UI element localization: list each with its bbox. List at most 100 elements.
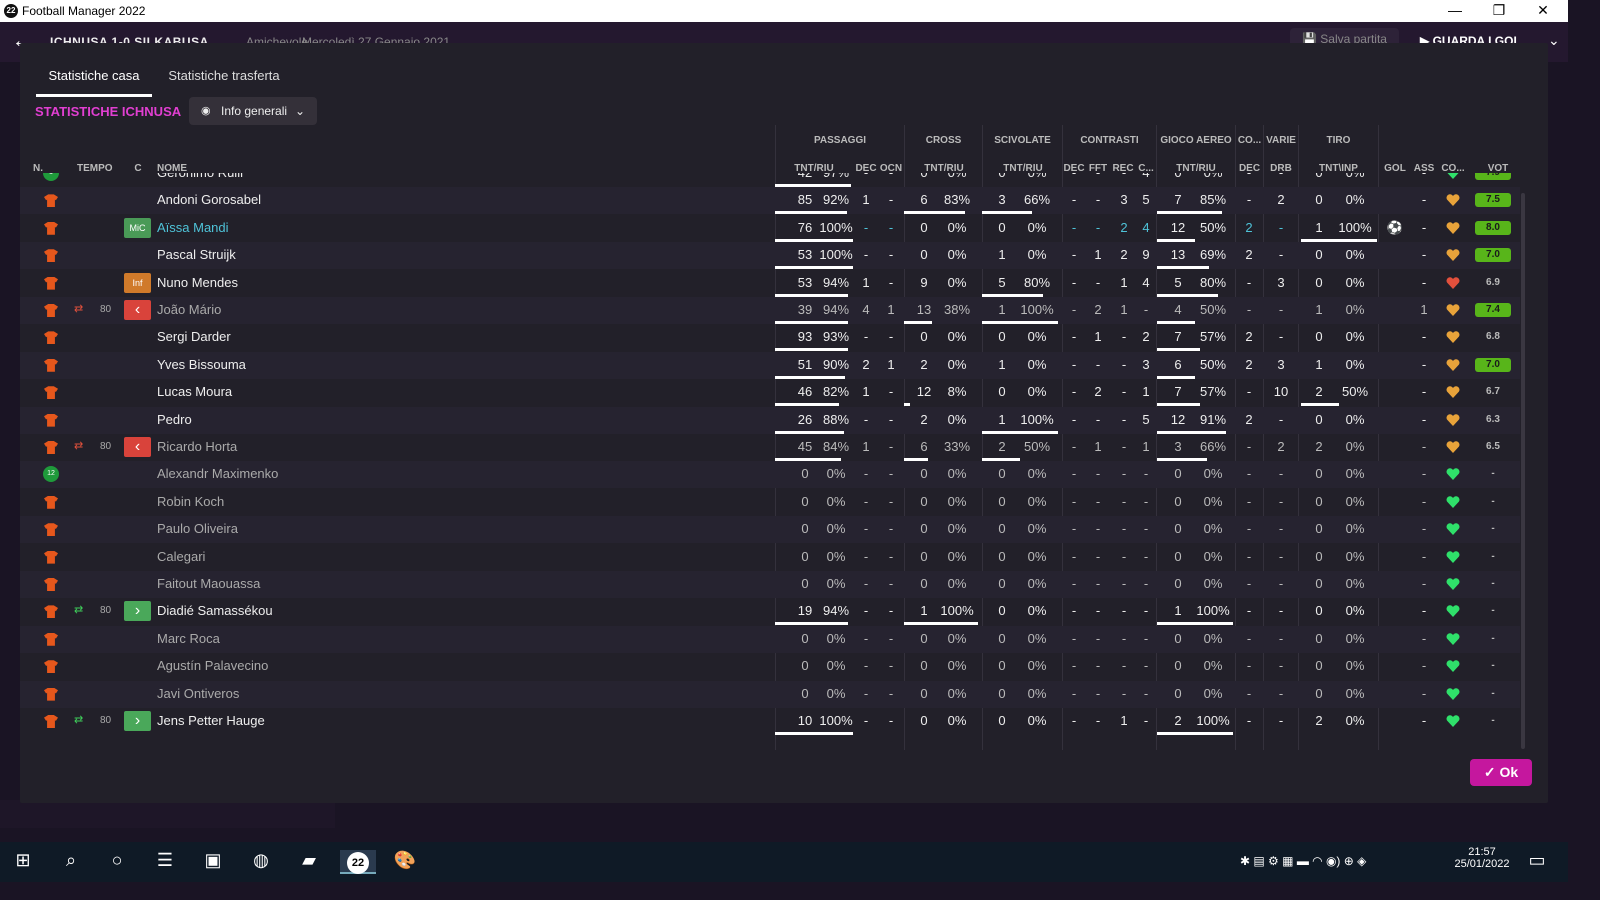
table-row[interactable]: ⇄ 80 › Diadié Samassékou 19 94% - -1 100% 0 0% - - - -… <box>20 598 1520 626</box>
stat-po: - <box>888 466 894 482</box>
stat-ass: 1 <box>1420 302 1428 317</box>
stat-cr: - <box>1121 521 1127 537</box>
paint-icon[interactable]: 🎨 <box>392 850 418 874</box>
table-row[interactable]: Faitout Maouassa 0 0% - - 0 0% 0 0% - - - - 0 0% - - 0 0% -… <box>20 571 1520 598</box>
maximize-button[interactable]: ❐ <box>1484 2 1514 19</box>
table-row[interactable]: Lucas Moura 46 82% 1-12 8% 0 0% -2-1 7 57% -10 2 50%… <box>20 379 1520 407</box>
player-stats-dialog: Statistiche casa Statistiche trasferta S… <box>20 43 1548 803</box>
stat-t1: 0 <box>1315 411 1323 427</box>
player-name[interactable]: Jens Petter Hauge <box>157 713 265 728</box>
player-name[interactable]: Javi Ontiveros <box>157 686 239 701</box>
stat-po: - <box>888 384 894 400</box>
stat-cod: - <box>1246 274 1252 290</box>
table-row[interactable]: Pascal Struijk 53 100% - -0 0% 1 0% -1 2 9 13 69% 2-0… <box>20 242 1520 270</box>
stat-cc: 2 <box>1142 329 1150 345</box>
table-row[interactable]: Sergi Darder 93 93% - -0 0% 0 0% -1-2 7 57% 2-0 0% -6… <box>20 324 1520 352</box>
match-rating: 7.5 <box>1475 193 1511 208</box>
condition-heart-icon <box>1446 441 1460 453</box>
table-row[interactable]: Marc Roca 0 0% - -0 0% 0 0% - - - -0 0% - -0 0% - - <box>20 625 1520 653</box>
table-row[interactable]: MiC Aïssa Mandi 76 100% - -0 0% 0 0% - -2 4 12 50% 2-1… <box>20 215 1520 242</box>
stat-ass: - <box>1421 466 1427 482</box>
player-name[interactable]: Pascal Struijk <box>157 247 236 262</box>
table-row[interactable]: ⇄ 80 › Jens Petter Hauge 10 100% - -0 0% 0 0% - -1-2… <box>20 708 1520 735</box>
player-name[interactable]: Alexandr Maximenko <box>157 466 278 481</box>
system-clock[interactable]: 21:57 25/01/2022 <box>1452 846 1512 870</box>
minutes-played: 80 <box>100 605 112 617</box>
stat-cc: 5 <box>1142 411 1150 427</box>
table-row[interactable]: Agustín Palavecino 0 0% - -0 0% 0 0% - - - -0 0% - -0 0… <box>20 653 1520 680</box>
table-scrollbar[interactable] <box>1521 193 1525 749</box>
remote-desktop-icon[interactable]: ▣ <box>200 850 226 874</box>
player-name[interactable]: João Mário <box>157 302 221 317</box>
table-row[interactable]: Andoni Gorosabel 85 92% 1-6 83% 3 66% - -3 5 7 85% -… <box>20 187 1520 215</box>
stat-p2: 97% <box>818 173 854 180</box>
stat-po: - <box>888 493 894 509</box>
player-name[interactable]: Yves Bissouma <box>157 357 246 372</box>
stat-a2: 0% <box>1203 493 1223 509</box>
stat-s1: 0 <box>998 576 1006 591</box>
tab-home-stats[interactable]: Statistiche casa <box>36 61 152 97</box>
more-chevron-icon[interactable]: ⌄ <box>1548 32 1560 49</box>
stat-p1: 0 <box>801 466 809 482</box>
stat-cr: 1 <box>1120 302 1128 317</box>
stat-c1: 0 <box>920 247 928 263</box>
player-name[interactable]: Calegari <box>157 549 205 564</box>
minimize-button[interactable]: — <box>1440 2 1470 18</box>
stat-cc: - <box>1143 630 1149 646</box>
table-row[interactable]: Inf Nuno Mendes 53 94% 1-9 0% 5 80% - -1 4 5 80% -3 0 0… <box>20 270 1520 297</box>
table-row[interactable]: Paulo Oliveira 0 0% - -0 0% 0 0% - - - -0 0% - -0 0% - - <box>20 516 1520 544</box>
windows-start-icon[interactable]: ⊞ <box>10 850 36 874</box>
stat-c2: 0% <box>947 576 967 591</box>
stat-cd: - <box>1071 356 1077 372</box>
stat-drb: - <box>1278 521 1284 537</box>
football-manager-taskbar-icon[interactable]: 22 <box>340 850 376 874</box>
condition-heart-icon <box>1446 660 1460 673</box>
player-name[interactable]: Nuno Mendes <box>157 275 238 290</box>
stat-drb: - <box>1268 173 1294 180</box>
stat-c1: 12 <box>916 384 932 400</box>
player-name[interactable]: Ricardo Horta <box>157 439 237 454</box>
table-row[interactable]: Javi Ontiveros 0 0% - -0 0% 0 0% - - - -0 0% - -0 0% - - <box>20 680 1520 708</box>
player-name[interactable]: Agustín Palavecino <box>157 658 268 673</box>
stat-cr: - <box>1121 493 1127 509</box>
player-name[interactable]: Diadié Samassékou <box>157 603 273 618</box>
player-name[interactable]: Lucas Moura <box>157 384 232 399</box>
close-button[interactable]: ✕ <box>1528 2 1558 19</box>
view-dropdown[interactable]: ◉ Info generali ⌄ <box>189 97 317 125</box>
player-name[interactable]: Gerónimo Rulli <box>157 173 243 180</box>
player-name[interactable]: Aïssa Mandi <box>157 220 229 235</box>
player-name[interactable]: Paulo Oliveira <box>157 521 238 536</box>
stat-p2: 0% <box>826 466 846 482</box>
table-row[interactable]: ⇄ 80 ‹ Ricardo Horta 45 84% 1-6 33% 2 50% -1-1 3 66%… <box>20 434 1520 461</box>
tray-icons[interactable]: ✱ ▤ ⚙ ▦ ▬ ◠ ◉) ⊕ ◈ <box>1240 854 1366 868</box>
condition-heart-icon <box>1446 331 1460 344</box>
stat-ass: - <box>1421 493 1427 509</box>
table-row[interactable]: Yves Bissouma 51 90% 2 1 2 0% 1 0% - - -3 6 50% 2 3 1 0% -… <box>20 351 1520 379</box>
player-name[interactable]: Faitout Maouassa <box>157 576 260 591</box>
tab-away-stats[interactable]: Statistiche trasferta <box>164 61 284 97</box>
stat-cc: - <box>1143 576 1149 591</box>
file-explorer-icon[interactable]: ▰ <box>296 850 322 874</box>
table-row[interactable]: 12 Alexandr Maximenko 0 0% - -0 0% 0 0% - - - -0 0% - -… <box>20 461 1520 489</box>
cortana-icon[interactable]: ○ <box>104 850 130 874</box>
table-row[interactable]: ⇄ 80 ‹ João Mário 39 94% 4 1 13 38% 1 100% -2 1-4 50% -… <box>20 297 1520 324</box>
search-icon[interactable]: ⌕ <box>58 850 84 874</box>
player-name[interactable]: Sergi Darder <box>157 329 231 344</box>
table-row[interactable]: Calegari 0 0% - -0 0% 0 0% - - - -0 0% - -0 0% - - <box>20 544 1520 571</box>
player-name[interactable]: Pedro <box>157 412 192 427</box>
stat-ass: - <box>1421 384 1427 400</box>
ok-button[interactable]: ✓ Ok <box>1470 759 1532 786</box>
table-row[interactable]: 1Gerónimo Rulli4297%--00%00%---400%--00%… <box>20 173 1520 187</box>
table-row[interactable]: Robin Koch 0 0% - -0 0% 0 0% - - - -0 0% - -0 0% - - <box>20 489 1520 516</box>
player-name[interactable]: Andoni Gorosabel <box>157 192 261 207</box>
stat-po: 1 <box>887 302 895 317</box>
stat-t1: 2 <box>1315 713 1323 728</box>
player-name[interactable]: Marc Roca <box>157 631 220 646</box>
notifications-icon[interactable]: ▭ <box>1524 850 1550 874</box>
chrome-icon[interactable]: ◍ <box>248 850 274 874</box>
task-view-icon[interactable]: ☰ <box>152 850 178 874</box>
stat-cd: - <box>1071 439 1077 454</box>
table-row[interactable]: Pedro 26 88% - -2 0% 1 100% - - -5 12 91% 2-0 0% -6.3 <box>20 406 1520 434</box>
player-name[interactable]: Robin Koch <box>157 494 224 509</box>
stat-pd: 4 <box>862 302 870 317</box>
